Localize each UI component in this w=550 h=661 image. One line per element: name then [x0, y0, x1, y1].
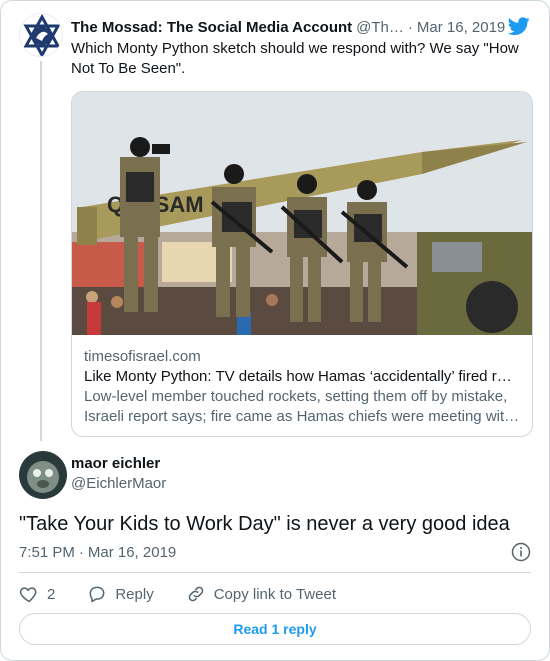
parent-tweet-text: Which Monty Python sketch should we resp… [71, 40, 519, 77]
maor-avatar[interactable] [19, 451, 67, 499]
mossad-avatar[interactable] [19, 13, 63, 57]
link-title[interactable]: Like Monty Python: TV details how Hamas … [84, 367, 520, 387]
read-reply-button[interactable]: Read 1 reply [19, 613, 531, 645]
tweet-time[interactable]: 7:51 PM [19, 544, 75, 561]
thread-connector-line [40, 61, 42, 441]
mossad-emblem-icon [20, 14, 62, 56]
link-preview-meta: timesofisrael.com Like Monty Python: TV … [84, 347, 520, 427]
article-image: QASSAM [72, 92, 532, 335]
tweet-date[interactable]: Mar 16, 2019 [88, 544, 176, 561]
reply-label: Reply [115, 585, 154, 603]
copy-link-button[interactable]: Copy link to Tweet [186, 584, 336, 604]
main-author-name[interactable]: maor eichler [71, 455, 160, 472]
reply-bubble-icon [89, 586, 105, 603]
copy-link-label: Copy link to Tweet [213, 585, 336, 603]
parent-separator: · [407, 18, 413, 36]
avatar-image [19, 451, 67, 499]
parent-tweet-header: The Mossad: The Social Media Account @Th… [71, 17, 509, 37]
reply-button[interactable]: Reply [87, 584, 154, 604]
parent-date-link[interactable]: Mar 16, 2019 [417, 19, 505, 36]
info-icon[interactable] [511, 542, 531, 562]
main-author-handle[interactable]: @EichlerMaor [71, 475, 166, 492]
timestamp-separator: · [78, 543, 84, 561]
link-preview-card[interactable]: QASSAM [71, 91, 533, 437]
twitter-bird-icon[interactable] [507, 15, 531, 37]
parent-author-handle[interactable]: @Th… [356, 19, 404, 36]
like-count: 2 [47, 585, 56, 603]
link-icon [188, 586, 203, 602]
link-domain: timesofisrael.com [84, 348, 201, 365]
tweet-actions: 2 Reply Copy link to Tweet [19, 583, 368, 605]
like-button[interactable]: 2 [19, 584, 55, 604]
link-description: Low-level member touched rockets, settin… [84, 388, 520, 425]
heart-icon [19, 587, 37, 603]
parent-author-name[interactable]: The Mossad: The Social Media Account [71, 19, 352, 36]
divider [19, 572, 531, 573]
timestamp-row[interactable]: 7:51 PM · Mar 16, 2019 [19, 542, 531, 562]
main-tweet-text: "Take Your Kids to Work Day" is never a … [19, 513, 510, 535]
tweet-embed-card: The Mossad: The Social Media Account @Th… [0, 0, 550, 661]
